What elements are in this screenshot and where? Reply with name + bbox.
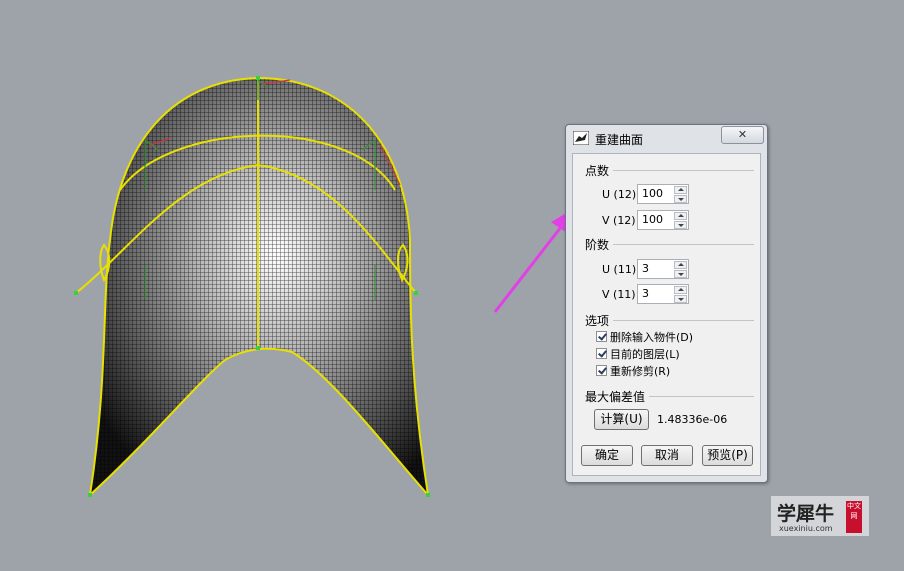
compute-button[interactable]: 计算(U) [594, 409, 649, 430]
chevron-down-icon[interactable] [674, 195, 687, 203]
ok-button[interactable]: 确定 [581, 445, 633, 466]
current-layer-label[interactable]: 目前的图层(L) [610, 346, 680, 362]
points-v-value[interactable]: 100 [642, 213, 663, 226]
retrim-checkbox[interactable] [596, 365, 607, 376]
dialog-body: 点数 U (12) 100 V (12) 100 阶数 U (11) 3 V (… [572, 153, 761, 476]
chevron-down-icon[interactable] [674, 270, 687, 278]
dialog-titlebar[interactable]: 重建曲面 ✕ [566, 125, 767, 151]
chevron-up-icon[interactable] [674, 286, 687, 294]
watermark-logo: 学犀牛 xuexiniu.com 中文网 [771, 496, 869, 536]
watermark-url: xuexiniu.com [779, 524, 833, 533]
degree-v-stepper[interactable]: 3 [637, 284, 689, 304]
retrim-label[interactable]: 重新修剪(R) [610, 363, 670, 379]
degree-u-stepper[interactable]: 3 [637, 259, 689, 279]
delete-input-checkbox[interactable] [596, 331, 607, 342]
chevron-up-icon[interactable] [674, 186, 687, 194]
degree-group-label: 阶数 [585, 238, 610, 252]
degree-u-label: U (11) [602, 263, 637, 276]
degree-v-value[interactable]: 3 [642, 287, 649, 300]
max-deviation-value: 1.48336e-06 [657, 413, 728, 426]
max-deviation-group-label: 最大偏差值 [585, 390, 646, 404]
close-button[interactable]: ✕ [721, 126, 764, 144]
chevron-up-icon[interactable] [674, 212, 687, 220]
degree-u-value[interactable]: 3 [642, 262, 649, 275]
watermark-badge: 中文网 [846, 501, 862, 533]
divider [613, 170, 754, 171]
chevron-down-icon[interactable] [674, 295, 687, 303]
points-v-stepper[interactable]: 100 [637, 210, 689, 230]
chevron-down-icon[interactable] [674, 221, 687, 229]
degree-v-label: V (11) [602, 288, 636, 301]
points-group-label: 点数 [585, 164, 610, 178]
chevron-up-icon[interactable] [674, 261, 687, 269]
options-group-label: 选项 [585, 314, 610, 328]
points-u-value[interactable]: 100 [642, 187, 663, 200]
current-layer-checkbox[interactable] [596, 348, 607, 359]
dialog-title: 重建曲面 [595, 133, 644, 147]
points-u-label: U (12) [602, 188, 637, 201]
rhino-icon [573, 131, 589, 145]
arrow-annotation-icon [493, 208, 575, 313]
watermark-title: 学犀牛 [777, 503, 835, 525]
points-u-stepper[interactable]: 100 [637, 184, 689, 204]
divider [613, 320, 754, 321]
close-icon: ✕ [737, 128, 748, 141]
cancel-button[interactable]: 取消 [641, 445, 693, 466]
divider [613, 244, 754, 245]
rebuild-surface-dialog[interactable]: 重建曲面 ✕ 点数 U (12) 100 V (12) 100 阶数 U (11… [565, 124, 768, 483]
delete-input-label[interactable]: 删除输入物件(D) [610, 329, 693, 345]
preview-button[interactable]: 预览(P) [702, 445, 753, 466]
divider [649, 396, 754, 397]
points-v-label: V (12) [602, 214, 636, 227]
